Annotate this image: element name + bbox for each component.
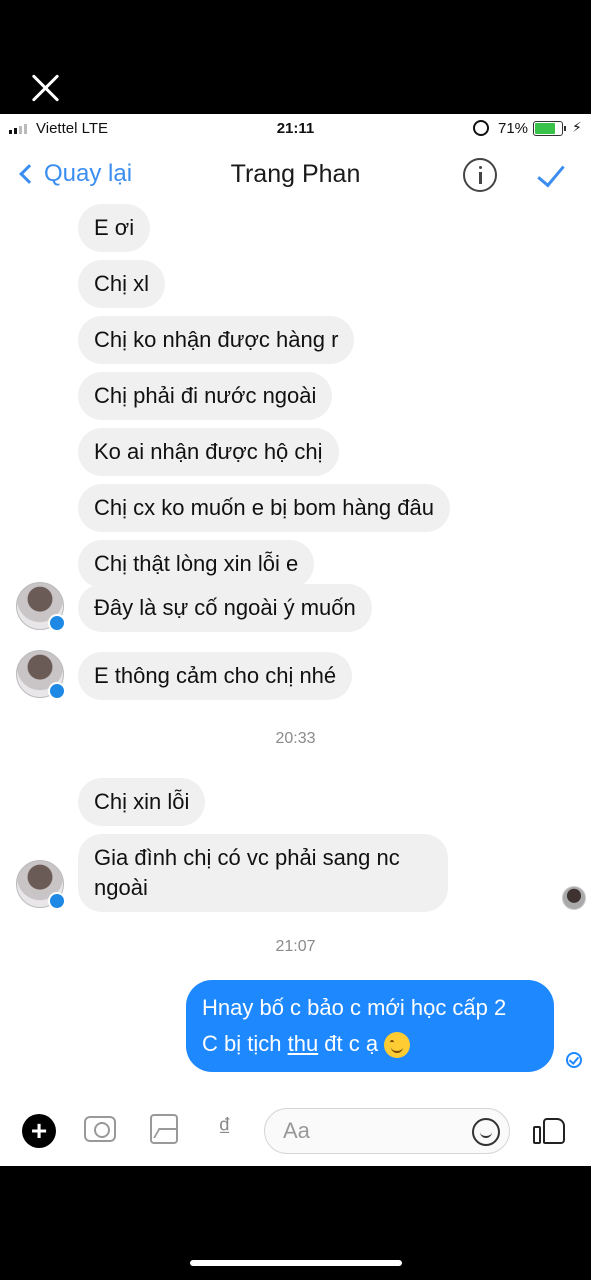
sent-line: Hnay bố c bảo c mới học cấp 2 — [202, 995, 507, 1020]
messenger-badge-icon — [48, 682, 66, 700]
charging-icon: ⚡ — [572, 119, 582, 135]
viewer-close-icon[interactable] — [28, 70, 64, 106]
message-timestamp: 21:07 — [275, 938, 316, 955]
received-message[interactable]: Chị ko nhận được hàng r — [78, 316, 355, 364]
payment-icon[interactable]: ₫ — [218, 1112, 231, 1143]
image-icon[interactable] — [150, 1114, 178, 1144]
read-receipt-avatar — [562, 886, 586, 910]
received-message[interactable]: Chị thật lòng xin lỗi e — [78, 540, 315, 588]
smiling-face-emoji — [384, 1032, 411, 1059]
emoji-icon[interactable] — [472, 1118, 500, 1146]
sender-avatar[interactable] — [16, 582, 66, 632]
received-message[interactable]: E thông cảm cho chị nhé — [78, 652, 353, 700]
messenger-badge-icon — [48, 614, 66, 632]
battery-icon — [533, 121, 566, 136]
battery-percent: 71% — [498, 120, 529, 137]
info-icon[interactable] — [463, 158, 497, 192]
rotation-lock-icon — [473, 120, 489, 136]
received-message[interactable]: E ơi — [78, 204, 151, 252]
received-message[interactable]: Chị xl — [78, 260, 166, 308]
nav-bar: Quay lại Trang Phan — [0, 146, 591, 206]
received-message[interactable]: Chị phải đi nước ngoài — [78, 372, 333, 420]
home-indicator[interactable] — [190, 1260, 402, 1266]
sender-avatar[interactable] — [16, 650, 66, 700]
plus-icon[interactable]: + — [22, 1114, 56, 1148]
sent-line: C bị tịch thu đt c ạ — [202, 1026, 538, 1062]
status-bar: Viettel LTE 21:11 71% ⚡ — [0, 114, 591, 144]
messenger-badge-icon — [48, 892, 66, 910]
message-timestamp: 20:33 — [275, 730, 316, 747]
received-message[interactable]: Ko ai nhận được hộ chị — [78, 428, 339, 476]
detected-link[interactable]: thu — [288, 1031, 319, 1056]
received-message[interactable]: Chị cx ko muốn e bị bom hàng đâu — [78, 484, 450, 532]
received-message[interactable]: Chị xin lỗi — [78, 778, 206, 826]
like-icon[interactable] — [533, 1114, 567, 1146]
received-message[interactable]: Gia đình chị có vc phải sang nc ngoài — [78, 834, 448, 912]
sent-text: đt c ạ — [318, 1031, 379, 1056]
sent-text: C bị tịch — [202, 1031, 288, 1056]
camera-icon[interactable] — [84, 1116, 116, 1142]
messenger-screen: Viettel LTE 21:11 71% ⚡ Quay lại Trang P… — [0, 114, 591, 1166]
message-input[interactable] — [283, 1118, 453, 1144]
sender-avatar[interactable] — [16, 860, 66, 910]
composer-bar: + ₫ — [0, 1100, 591, 1160]
received-message[interactable]: Đây là sự cố ngoài ý muốn — [78, 584, 372, 632]
seen-icon — [566, 1052, 582, 1068]
message-input-container[interactable] — [264, 1108, 510, 1154]
sent-message[interactable]: Hnay bố c bảo c mới học cấp 2 C bị tịch … — [186, 980, 554, 1072]
conversation-title: Trang Phan — [230, 160, 361, 188]
